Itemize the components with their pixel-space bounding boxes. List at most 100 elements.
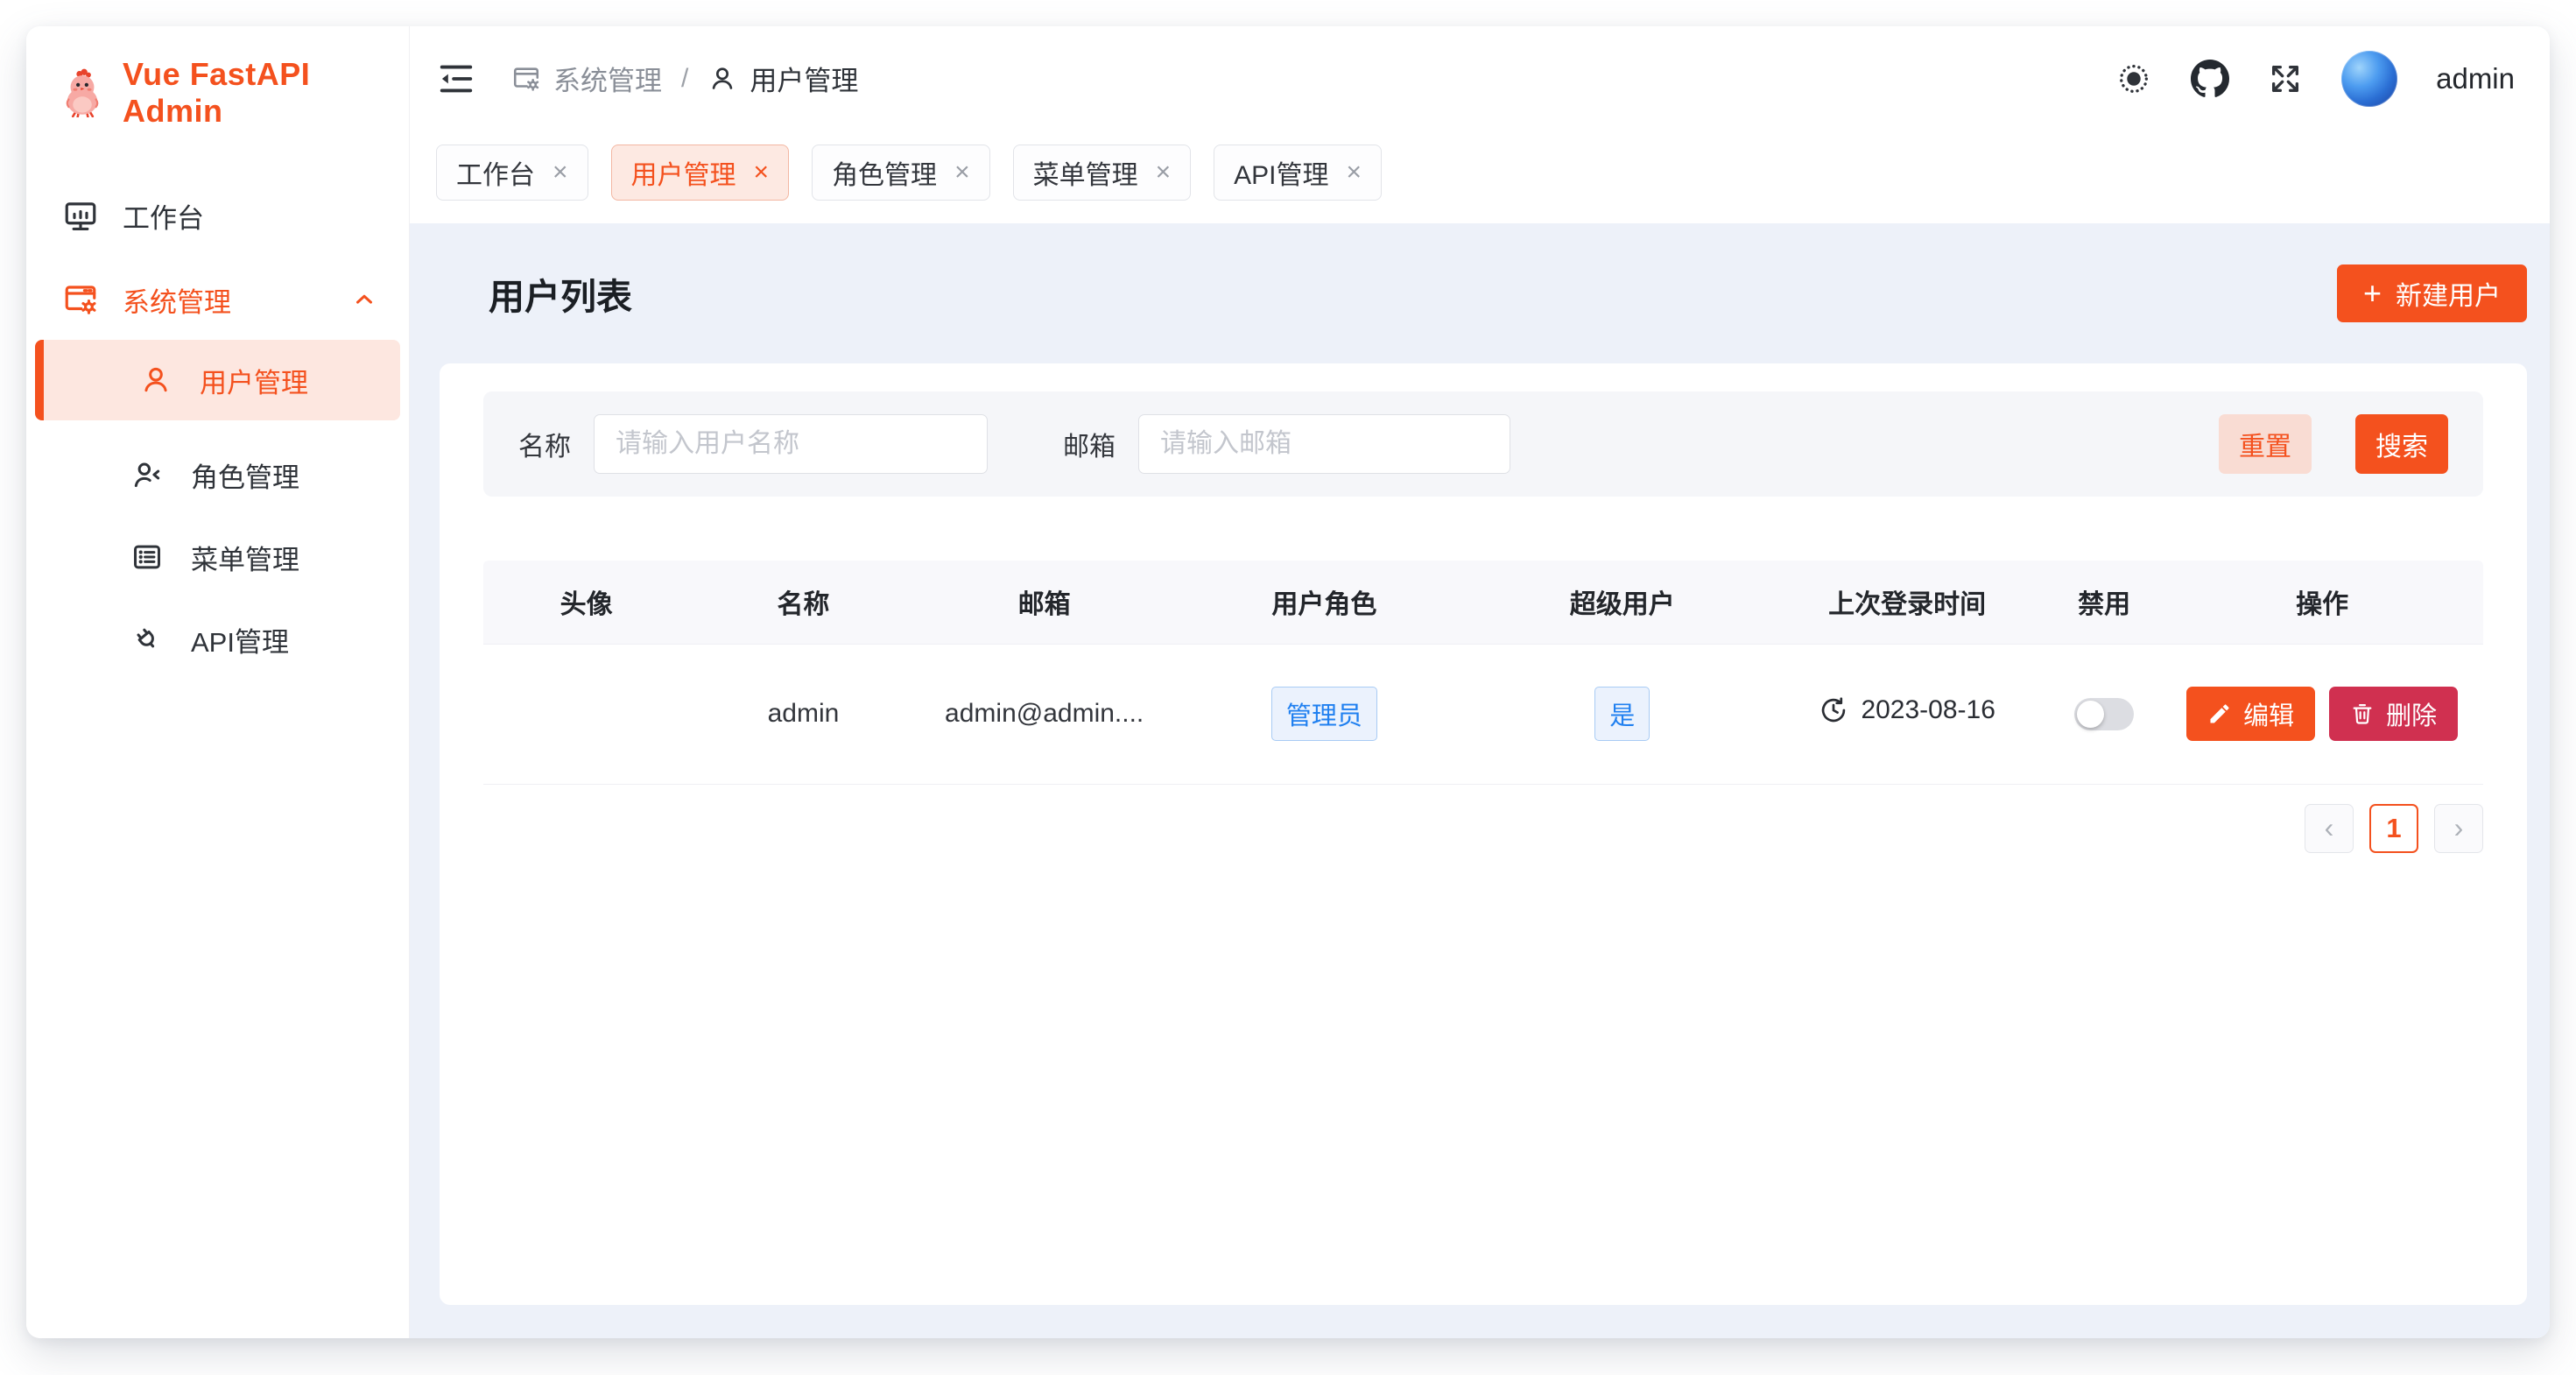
fullscreen-icon[interactable] (2268, 61, 2303, 96)
clock-history-icon (1819, 695, 1848, 725)
close-icon[interactable]: × (754, 159, 770, 186)
breadcrumb-separator: / (676, 64, 693, 94)
close-icon[interactable]: × (553, 159, 568, 186)
tab-menus[interactable]: 菜单管理 × (1013, 145, 1192, 201)
main-area: 系统管理 / 用户管理 (410, 26, 2550, 1338)
logo[interactable]: Vue FastAPI Admin (26, 26, 409, 130)
pencil-icon (2207, 702, 2232, 726)
plus-icon: + (2363, 278, 2382, 309)
screenshot-canvas: Vue FastAPI Admin 工作台 (0, 0, 2576, 1375)
monitor-icon (61, 197, 100, 234)
current-page-button[interactable]: 1 (2369, 804, 2418, 853)
window-gear-icon (511, 64, 541, 94)
col-disabled: 禁用 (2047, 561, 2161, 644)
breadcrumb-item-system[interactable]: 系统管理 (511, 59, 662, 98)
tab-label: 用户管理 (631, 153, 736, 192)
email-filter-input[interactable] (1138, 414, 1510, 474)
sidebar-item-workbench[interactable]: 工作台 (26, 187, 400, 243)
user-icon (137, 363, 175, 397)
sidebar-item-roles[interactable]: 角色管理 (26, 447, 400, 503)
col-email: 邮箱 (918, 561, 1172, 644)
user-list-card: 名称 邮箱 重置 搜索 (440, 363, 2527, 1305)
cell-actions: 编辑 删除 (2161, 644, 2483, 784)
page-title: 用户列表 (489, 267, 632, 320)
close-icon[interactable]: × (1156, 159, 1172, 186)
chick-logo-icon (60, 68, 105, 117)
user-icon (707, 64, 737, 94)
breadcrumb-item-users[interactable]: 用户管理 (707, 59, 858, 98)
breadcrumb-label: 系统管理 (553, 59, 662, 98)
cell-name: admin (689, 644, 917, 784)
reset-button[interactable]: 重置 (2219, 414, 2312, 474)
disabled-toggle[interactable] (2074, 698, 2134, 730)
filter-bar: 名称 邮箱 重置 搜索 (483, 391, 2483, 497)
cell-email: admin@admin.... (918, 644, 1172, 784)
sidebar-item-users[interactable]: 用户管理 (35, 340, 400, 420)
sidebar-collapse-icon[interactable] (436, 59, 476, 99)
sidebar-item-label: 工作台 (123, 196, 204, 236)
close-icon[interactable]: × (954, 159, 970, 186)
role-badge: 管理员 (1271, 687, 1377, 741)
sidebar-item-label: API管理 (191, 620, 289, 659)
cell-role: 管理员 (1172, 644, 1477, 784)
new-user-button[interactable]: + 新建用户 (2337, 264, 2527, 322)
topbar: 系统管理 / 用户管理 (410, 26, 2550, 130)
trash-icon (2350, 702, 2375, 726)
users-table: 头像 名称 邮箱 用户角色 超级用户 上次登录时间 禁用 操作 (483, 561, 2483, 785)
sidebar-item-label: 用户管理 (200, 361, 308, 400)
col-role: 用户角色 (1172, 561, 1477, 644)
col-superuser: 超级用户 (1477, 561, 1767, 644)
close-icon[interactable]: × (1346, 159, 1362, 186)
sidebar-item-system[interactable]: 系统管理 (26, 271, 400, 328)
menu-list-icon (128, 540, 166, 574)
delete-button[interactable]: 删除 (2329, 687, 2458, 741)
topbar-actions: admin (2115, 51, 2515, 107)
email-filter-label: 邮箱 (1063, 425, 1116, 463)
prev-page-button[interactable]: ‹ (2305, 804, 2354, 853)
sidebar-menu: 工作台 系统管理 (26, 187, 409, 667)
col-last-login: 上次登录时间 (1767, 561, 2047, 644)
window-gear-icon (61, 281, 100, 318)
sidebar-item-api[interactable]: API管理 (26, 611, 400, 667)
tab-label: 工作台 (456, 153, 535, 192)
tab-label: 角色管理 (832, 153, 937, 192)
chevron-up-icon (351, 286, 377, 313)
col-avatar: 头像 (483, 561, 689, 644)
sidebar-item-label: 角色管理 (191, 455, 299, 495)
avatar[interactable] (2341, 51, 2397, 107)
edit-button[interactable]: 编辑 (2186, 687, 2315, 741)
cell-superuser: 是 (1477, 644, 1767, 784)
name-filter-input[interactable] (594, 414, 988, 474)
content-area: 用户列表 + 新建用户 名称 邮箱 重置 搜索 (410, 223, 2550, 1338)
cell-avatar (483, 644, 689, 784)
tab-bar: 工作台 × 用户管理 × 角色管理 × 菜单管理 × API管理 × (410, 130, 2550, 223)
search-button[interactable]: 搜索 (2355, 414, 2448, 474)
sidebar-item-menus[interactable]: 菜单管理 (26, 529, 400, 585)
sidebar-item-label: 菜单管理 (191, 538, 299, 577)
tab-workbench[interactable]: 工作台 × (436, 145, 588, 201)
superuser-badge: 是 (1594, 687, 1650, 741)
app-window: Vue FastAPI Admin 工作台 (26, 26, 2550, 1338)
tab-roles[interactable]: 角色管理 × (812, 145, 990, 201)
cell-disabled (2047, 644, 2161, 784)
role-icon (128, 458, 166, 491)
table-row: admin admin@admin.... 管理员 是 (483, 644, 2483, 784)
tab-label: 菜单管理 (1033, 153, 1138, 192)
sidebar-item-label: 系统管理 (123, 280, 231, 320)
github-icon[interactable] (2191, 60, 2229, 98)
api-plug-icon (128, 623, 166, 656)
sidebar: Vue FastAPI Admin 工作台 (26, 26, 410, 1338)
username[interactable]: admin (2436, 62, 2515, 95)
pagination: ‹ 1 › (483, 804, 2483, 853)
col-name: 名称 (689, 561, 917, 644)
theme-toggle-sun-icon[interactable] (2115, 60, 2152, 97)
tab-users[interactable]: 用户管理 × (611, 145, 790, 201)
table-header-row: 头像 名称 邮箱 用户角色 超级用户 上次登录时间 禁用 操作 (483, 561, 2483, 644)
breadcrumb: 系统管理 / 用户管理 (511, 59, 858, 98)
tab-label: API管理 (1234, 153, 1328, 192)
col-actions: 操作 (2161, 561, 2483, 644)
app-title: Vue FastAPI Admin (123, 56, 409, 130)
next-page-button[interactable]: › (2434, 804, 2483, 853)
tab-api[interactable]: API管理 × (1214, 145, 1382, 201)
name-filter-label: 名称 (518, 425, 571, 463)
